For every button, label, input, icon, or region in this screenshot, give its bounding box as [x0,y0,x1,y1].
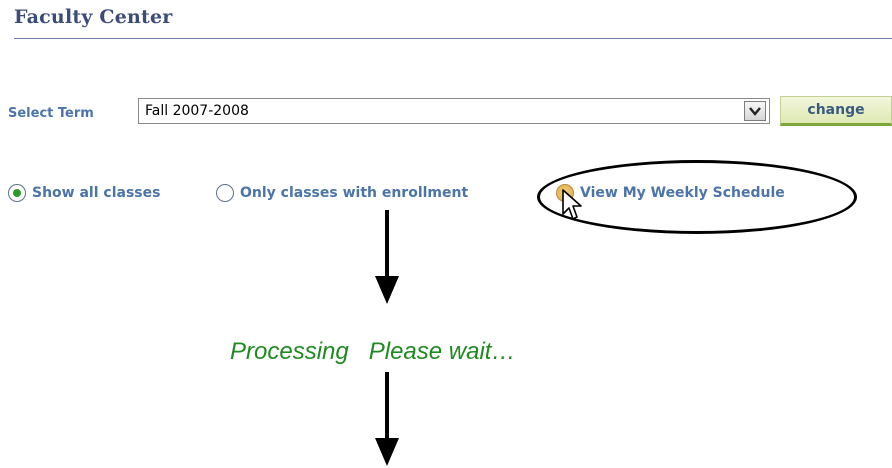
term-dropdown-button[interactable] [744,101,766,121]
radio-label-only-enrolled: Only classes with enrollment [240,185,469,201]
radio-label-show-all: Show all classes [32,185,161,201]
radio-unselected-icon[interactable] [216,184,234,202]
change-button[interactable]: change [780,96,892,126]
select-term-label: Select Term [8,106,94,121]
arrow-down-icon [375,210,399,304]
radio-show-all-classes[interactable]: Show all classes [8,184,160,202]
page-title: Faculty Center [14,6,173,28]
processing-message: Processing Please wait… [230,338,516,365]
highlight-ellipse [537,160,857,234]
chevron-down-icon [749,107,761,116]
arrow-down-icon [375,372,399,466]
term-select-value: Fall 2007-2008 [145,103,249,119]
term-select[interactable]: Fall 2007-2008 [138,98,770,124]
title-divider [14,38,892,39]
mouse-pointer-icon [562,189,582,220]
radio-only-enrolled-classes[interactable]: Only classes with enrollment [216,184,468,202]
radio-selected-icon[interactable] [8,184,26,202]
